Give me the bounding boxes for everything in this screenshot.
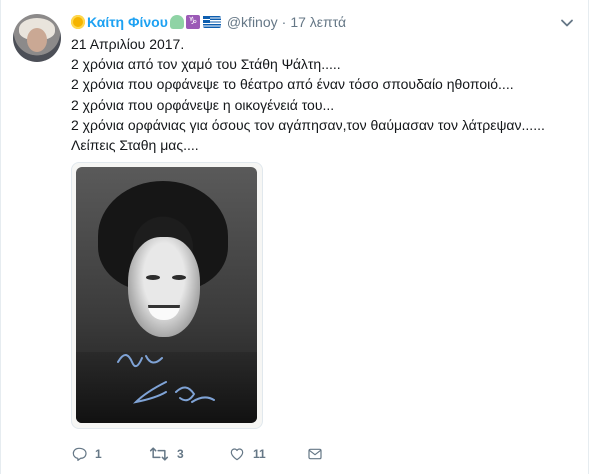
tweet-photo[interactable] [71, 162, 263, 429]
user-handle[interactable]: @kfinoy [227, 14, 278, 30]
tweet-text: 21 Απριλίου 2017. 2 χρόνια από τον χαμό … [71, 34, 571, 155]
reply-count: 1 [95, 447, 102, 461]
tweet-line: Λείπεις Σταθη μας.... [71, 137, 199, 154]
tweet-header: Καίτη Φίνου ♑ @kfinoy · 17 λεπτά [71, 12, 346, 32]
sun-icon [71, 15, 85, 29]
capricorn-icon: ♑ [185, 15, 200, 29]
reply-button[interactable]: 1 [71, 446, 149, 462]
avatar[interactable] [13, 14, 61, 62]
tweet-line: 2 χρόνια από τον χαμό του Στάθη Ψάλτη...… [71, 56, 341, 73]
tweet-actions: 1 3 11 [71, 444, 323, 464]
retweet-icon [149, 447, 169, 461]
separator: · [281, 14, 287, 30]
chevron-down-icon[interactable] [560, 16, 574, 30]
reply-icon [72, 447, 87, 461]
heart-outline-icon [230, 448, 244, 461]
tweet-timestamp[interactable]: 17 λεπτά [290, 14, 346, 30]
tweet-line: 2 χρόνια που ορφάνεψε το θέατρο από έναν… [71, 76, 514, 93]
retweet-button[interactable]: 3 [149, 446, 229, 462]
tweet-line: 2 χρόνια που ορφάνεψε η οικογένειά του..… [71, 96, 335, 113]
greek-flag-icon [202, 16, 221, 28]
retweet-count: 3 [177, 447, 184, 461]
heart-icon [169, 15, 184, 29]
photo-eye [146, 275, 160, 280]
like-button[interactable]: 11 [229, 446, 307, 462]
photo-face [128, 237, 200, 337]
display-name[interactable]: Καίτη Φίνου [87, 14, 168, 30]
avatar-face [27, 28, 47, 52]
envelope-icon [308, 448, 322, 460]
handwritten-signature [117, 354, 215, 404]
tweet-line: 2 χρόνια ορφάνιας για όσους τον αγάπησαν… [71, 116, 545, 133]
tweet-card[interactable]: Καίτη Φίνου ♑ @kfinoy · 17 λεπτά 21 Απρι… [0, 0, 589, 474]
portrait-photo [76, 167, 257, 423]
tweet-line: 21 Απριλίου 2017. [71, 36, 185, 52]
photo-eye [172, 275, 186, 280]
direct-message-button[interactable] [307, 446, 323, 462]
like-count: 11 [253, 447, 266, 461]
